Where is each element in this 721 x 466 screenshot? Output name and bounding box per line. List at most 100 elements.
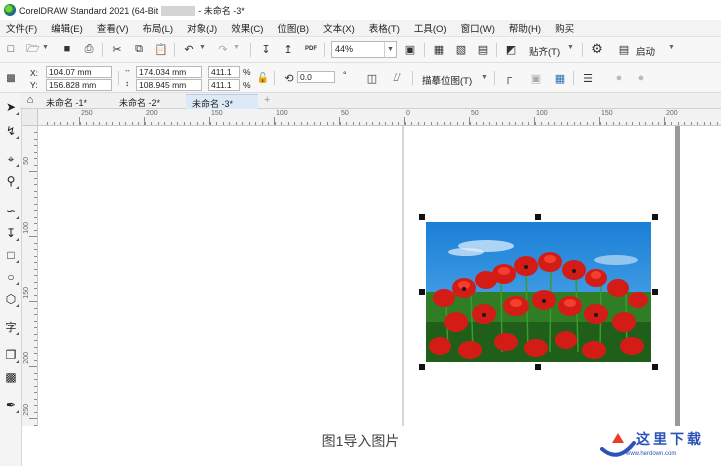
vertical-ruler[interactable]: 50 100 150 200 250 xyxy=(22,126,38,426)
menu-layout[interactable]: 布局(L) xyxy=(142,21,173,35)
add-tab-icon[interactable]: + xyxy=(258,94,276,109)
transparency-tool-icon[interactable]: ▩ xyxy=(3,369,19,385)
tab-untitled-3[interactable]: 未命名 -3* xyxy=(186,94,258,109)
scale-width-field[interactable]: 411.1 xyxy=(208,66,240,78)
menu-tools[interactable]: 工具(O) xyxy=(414,21,447,35)
export-icon[interactable]: ↥ xyxy=(281,42,295,56)
ruler-origin[interactable] xyxy=(22,109,38,126)
y-position-field[interactable]: 156.828 mm xyxy=(46,79,112,91)
horizontal-ruler[interactable]: 250 200 150 100 50 0 50 100 150 200 xyxy=(38,109,721,126)
menu-text[interactable]: 文本(X) xyxy=(323,21,355,35)
toolbar-separator xyxy=(102,43,103,57)
tab-untitled-2[interactable]: 未命名 -2* xyxy=(113,94,166,109)
zoom-tool-icon[interactable]: ⚲ xyxy=(3,173,19,189)
tab-untitled-1[interactable]: 未命名 -1* xyxy=(40,94,93,109)
publish-pdf-icon[interactable]: PDF xyxy=(304,42,318,56)
redo-icon[interactable]: ↷ xyxy=(216,42,230,56)
zoom-level-select[interactable]: 44% ▼ xyxy=(331,41,397,58)
menu-view[interactable]: 查看(V) xyxy=(97,21,129,35)
trace-dropdown-icon[interactable]: ▼ xyxy=(481,74,488,81)
menu-help[interactable]: 帮助(H) xyxy=(509,21,541,35)
snap-icon[interactable]: ◩ xyxy=(504,42,518,56)
selection-handle-middle-left[interactable] xyxy=(419,289,425,295)
eyedropper-tool-icon[interactable]: ✒ xyxy=(3,397,19,413)
open-dropdown-icon[interactable]: ▼ xyxy=(42,44,49,51)
paste-icon[interactable]: 📋 xyxy=(154,42,168,56)
menu-bitmaps[interactable]: 位图(B) xyxy=(277,21,309,35)
watermark-text: 这里下载 xyxy=(636,432,704,448)
rotation-icon[interactable]: ⟲ xyxy=(282,71,296,85)
open-folder-icon[interactable]: 🗁 xyxy=(26,42,40,56)
menu-buy[interactable]: 购买 xyxy=(555,21,574,35)
standard-toolbar: □ 🗁 ▼ ■ ⎙ ✂ ⧉ 📋 ↶ ▼ ↷ ▼ ↧ ↥ PDF 44% ▼ ▣ … xyxy=(0,37,721,63)
undo-dropdown-icon[interactable]: ▼ xyxy=(199,44,206,51)
selection-handle-bottom-middle[interactable] xyxy=(535,364,541,370)
selection-handle-bottom-right[interactable] xyxy=(652,364,658,370)
rotation-angle-field[interactable]: 0.0 xyxy=(297,71,335,83)
ruler-tick xyxy=(690,122,692,125)
x-position-field[interactable]: 104.07 mm xyxy=(46,66,112,78)
menu-window[interactable]: 窗口(W) xyxy=(461,21,495,35)
object-origin-icon[interactable]: ▩ xyxy=(4,71,18,85)
menu-table[interactable]: 表格(T) xyxy=(369,21,400,35)
ruler-label: 100 xyxy=(536,110,548,117)
launch-dropdown-icon[interactable]: ▼ xyxy=(668,44,675,51)
shape-tool-icon[interactable]: ↯ xyxy=(3,123,19,139)
scale-height-field[interactable]: 411.1 xyxy=(208,79,240,91)
home-icon[interactable]: ⌂ xyxy=(23,93,37,107)
to-back-icon[interactable]: ● xyxy=(634,71,648,85)
lock-ratio-icon[interactable]: 🔓 xyxy=(256,71,270,85)
mirror-vertical-icon[interactable]: ⌰ xyxy=(390,71,404,85)
cut-icon[interactable]: ✂ xyxy=(110,42,124,56)
menu-edit[interactable]: 编辑(E) xyxy=(51,21,83,35)
undo-icon[interactable]: ↶ xyxy=(182,42,196,56)
show-grid-icon[interactable]: ▧ xyxy=(454,42,468,56)
snap-to-button[interactable]: 贴齐(T) xyxy=(529,44,560,58)
text-wrap-icon[interactable]: ☰ xyxy=(581,71,595,85)
menu-object[interactable]: 对象(J) xyxy=(187,21,217,35)
ruler-tick xyxy=(112,122,113,125)
full-screen-icon[interactable]: ▣ xyxy=(403,42,417,56)
copy-icon[interactable]: ⧉ xyxy=(132,42,146,56)
text-tool-icon[interactable]: 字 xyxy=(3,319,19,335)
crop-bitmap-icon[interactable]: ┌ xyxy=(501,71,515,85)
artistic-media-tool-icon[interactable]: ↧ xyxy=(3,225,19,241)
menu-effects[interactable]: 效果(C) xyxy=(231,21,263,35)
resample-icon[interactable]: ▦ xyxy=(553,71,567,85)
drop-shadow-tool-icon[interactable]: ❐ xyxy=(3,347,19,363)
ruler-tick xyxy=(326,122,328,125)
crop-tool-icon[interactable]: ⌖ xyxy=(3,151,19,167)
snap-dropdown-icon[interactable]: ▼ xyxy=(567,44,574,51)
zoom-dropdown-icon[interactable]: ▼ xyxy=(384,42,396,57)
launch-button[interactable]: 启动 xyxy=(636,44,655,58)
mirror-horizontal-icon[interactable]: ◫ xyxy=(365,71,379,85)
trace-bitmap-button[interactable]: 描摹位图(T) xyxy=(422,73,472,87)
freehand-tool-icon[interactable]: ∽ xyxy=(3,203,19,219)
options-gear-icon[interactable]: ⚙ xyxy=(590,41,604,56)
show-rulers-icon[interactable]: ▦ xyxy=(432,42,446,56)
print-icon[interactable]: ⎙ xyxy=(82,42,96,56)
edit-bitmap-icon[interactable]: ▣ xyxy=(529,71,543,85)
redo-dropdown-icon[interactable]: ▼ xyxy=(233,44,240,51)
rectangle-tool-icon[interactable]: □ xyxy=(3,247,19,263)
menu-file[interactable]: 文件(F) xyxy=(6,21,37,35)
selection-handle-top-left[interactable] xyxy=(419,214,425,220)
selection-handle-bottom-left[interactable] xyxy=(419,364,425,370)
ellipse-tool-icon[interactable]: ○ xyxy=(3,269,19,285)
polygon-tool-icon[interactable]: ⬡ xyxy=(3,291,19,307)
new-document-icon[interactable]: □ xyxy=(4,42,18,56)
selection-handle-top-middle[interactable] xyxy=(535,214,541,220)
selection-handle-top-right[interactable] xyxy=(652,214,658,220)
selection-handle-middle-right[interactable] xyxy=(652,289,658,295)
launch-icon[interactable]: ▤ xyxy=(617,42,631,56)
to-front-icon[interactable]: ● xyxy=(612,71,626,85)
import-icon[interactable]: ↧ xyxy=(259,42,273,56)
ruler-tick xyxy=(216,122,217,125)
height-field[interactable]: 108.945 mm xyxy=(136,79,202,91)
show-guidelines-icon[interactable]: ▤ xyxy=(476,42,490,56)
save-icon[interactable]: ■ xyxy=(60,42,74,56)
pick-tool-icon[interactable]: ➤ xyxy=(3,99,19,115)
ruler-tick xyxy=(235,122,237,125)
width-field[interactable]: 174.034 mm xyxy=(136,66,202,78)
imported-poppy-image[interactable] xyxy=(426,222,651,362)
